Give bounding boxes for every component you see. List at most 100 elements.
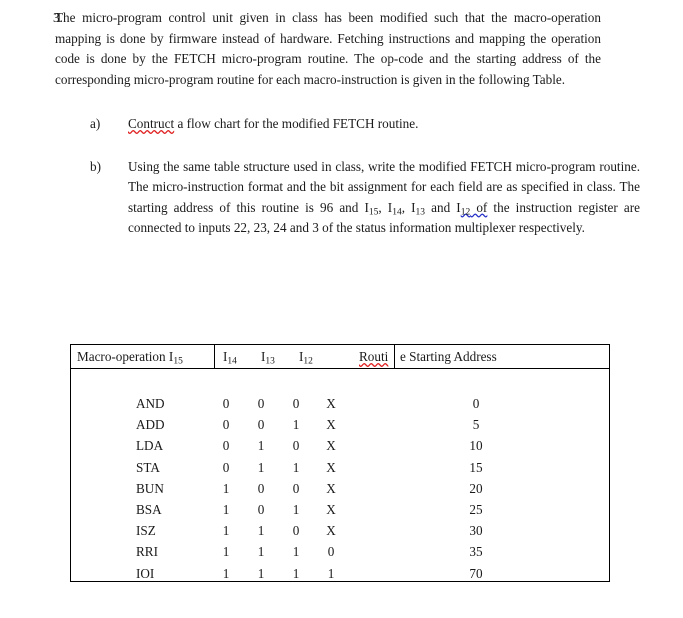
cell-address: 5 [472, 417, 480, 433]
subscript-i14: 14 [392, 207, 402, 218]
grammar-flagged-span: 12 of [460, 199, 488, 218]
cell-i12: X [326, 523, 336, 539]
header-i12: I12 [299, 347, 313, 366]
subscript-i13: 13 [415, 207, 426, 218]
cell-address: 70 [469, 565, 483, 581]
cell-mnemonic: IOI [136, 565, 155, 581]
part-a-label: a) [90, 116, 101, 131]
cell-mnemonic: BSA [136, 501, 162, 517]
cell-i15: 0 [222, 417, 230, 433]
subscript-i15: 15 [368, 207, 379, 218]
header-routine-clipped: Routi [359, 349, 389, 364]
cell-i14: 1 [257, 523, 265, 539]
header-i13-subscript: 13 [265, 356, 275, 367]
header-i13: I13 [261, 347, 275, 366]
cell-i13: 1 [292, 565, 300, 581]
spacer-between-parts [0, 135, 683, 157]
table-row: BUN 1 0 0 X 20 [71, 478, 609, 499]
cell-address: 20 [469, 480, 483, 496]
header-macro-label: Macro-operation I [77, 349, 174, 364]
part-b-text: Using the same table structure used in c… [128, 157, 640, 239]
table-row: IOI 1 1 1 1 70 [71, 563, 609, 584]
cell-i12: 0 [327, 544, 335, 560]
table-row: LDA 0 1 0 X 10 [71, 435, 609, 456]
part-a: a) Contruct a flow chart for the modifie… [90, 114, 683, 135]
header-macro-subscript: 15 [173, 356, 183, 367]
cell-i15: 0 [222, 396, 230, 411]
table-row: AND 0 0 0 X 0 [71, 393, 609, 414]
cell-i13: 1 [292, 459, 300, 475]
cell-i15: 1 [222, 501, 230, 517]
cell-i15: 1 [222, 523, 230, 539]
cell-mnemonic: AND [136, 396, 165, 411]
cell-i12: X [326, 480, 336, 496]
question-paragraph: 3. The micro-program control unit given … [0, 8, 683, 90]
part-b-label: b) [90, 158, 101, 174]
cell-i14: 0 [257, 501, 265, 517]
grammar-flagged-text: of [470, 199, 488, 215]
cell-i12: 1 [327, 565, 335, 581]
cell-i15: 0 [222, 438, 230, 454]
cell-i13: 0 [292, 480, 300, 496]
cell-i14: 0 [257, 480, 265, 496]
cell-address: 25 [469, 501, 483, 517]
cell-i14: 1 [257, 438, 265, 454]
question-number: 3. [53, 10, 63, 25]
part-b-seg-3: , I [401, 199, 416, 215]
table-row: STA 0 1 1 X 15 [71, 457, 609, 478]
subscript-i12: 12 [460, 207, 471, 218]
table-header-row: Macro-operation I15 I14 I13 I12 Routi e … [71, 345, 609, 369]
cell-mnemonic: ADD [136, 417, 165, 433]
cell-i13: 1 [292, 417, 300, 433]
cell-address: 10 [469, 438, 483, 454]
cell-address: 35 [469, 544, 483, 560]
header-i14: I14 [223, 347, 237, 366]
part-b-seg-4: and I [425, 199, 461, 215]
cell-i12: X [326, 438, 336, 454]
cell-mnemonic: LDA [136, 438, 164, 454]
misspelled-word-contruct: Contruct [128, 116, 175, 131]
cell-i13: 1 [292, 544, 300, 560]
opcode-mapping-table: Macro-operation I15 I14 I13 I12 Routi e … [70, 344, 610, 582]
part-b: b) Using the same table structure used i… [90, 157, 683, 239]
cell-i15: 1 [222, 565, 230, 581]
cell-i12: X [326, 396, 336, 411]
header-macro-operation: Macro-operation I15 [77, 347, 183, 366]
cell-i14: 1 [257, 565, 265, 581]
header-divider-1 [214, 345, 215, 368]
cell-i15: 0 [222, 459, 230, 475]
cell-i12: X [326, 501, 336, 517]
question-block: 3. The micro-program control unit given … [0, 8, 683, 239]
table-row: ISZ 1 1 0 X 30 [71, 520, 609, 541]
table-body: AND 0 0 0 X 0 ADD 0 0 1 X 5 LDA 0 1 0 X … [71, 369, 609, 581]
spacer-after-question [0, 90, 683, 114]
table-row: RRI 1 1 1 0 35 [71, 541, 609, 562]
cell-i13: 1 [292, 501, 300, 517]
part-b-seg-2: , I [378, 199, 393, 215]
table-row: BSA 1 0 1 X 25 [71, 499, 609, 520]
part-a-text-rest: a flow chart for the modified FETCH rout… [174, 116, 419, 131]
header-divider-2 [394, 345, 395, 368]
cell-i14: 1 [257, 544, 265, 560]
cell-mnemonic: BUN [136, 480, 164, 496]
cell-i13: 0 [292, 438, 300, 454]
header-i14-subscript: 14 [227, 356, 237, 367]
cell-address: 15 [469, 459, 483, 475]
cell-i12: X [326, 417, 336, 433]
cell-i13: 0 [292, 523, 300, 539]
table-row: ADD 0 0 1 X 5 [71, 414, 609, 435]
cell-i14: 1 [257, 459, 265, 475]
cell-i14: 0 [257, 417, 265, 433]
cell-i13: 0 [292, 396, 300, 411]
cell-mnemonic: STA [136, 459, 160, 475]
question-text: The micro-program control unit given in … [55, 10, 601, 87]
cell-i12: X [326, 459, 336, 475]
cell-address: 0 [472, 396, 480, 411]
cell-i15: 1 [222, 480, 230, 496]
cell-address: 30 [469, 523, 483, 539]
part-a-text: Contruct a flow chart for the modified F… [128, 114, 640, 135]
cell-mnemonic: RRI [136, 544, 158, 560]
cell-i15: 1 [222, 544, 230, 560]
table-body-top-spacer [71, 369, 609, 393]
header-starting-address: e Starting Address [400, 349, 497, 364]
